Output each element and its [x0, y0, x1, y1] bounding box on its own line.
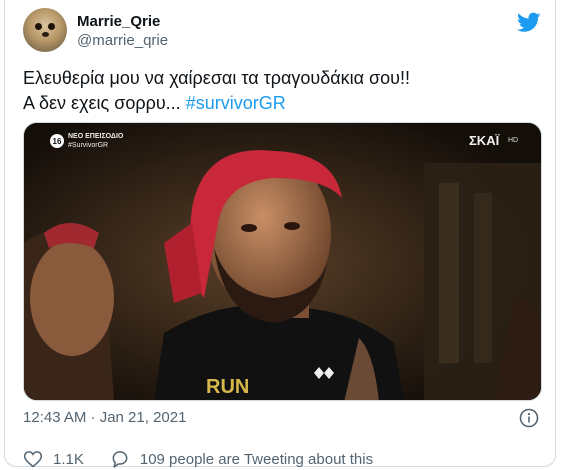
hashtag-link[interactable]: #survivorGR	[186, 93, 286, 113]
tweet-line-1: Ελευθερία μου να χαίρεσαι τα τραγουδάκια…	[23, 68, 411, 88]
tweet-line-2: Α δεν εχεις σορρυ... #survivorGR	[23, 91, 543, 116]
tweet-line-2-text: Α δεν εχεις σορρυ...	[23, 93, 186, 113]
tweet-text: Ελευθερία μου να χαίρεσαι τα τραγουδάκια…	[23, 66, 543, 116]
like-count: 1.1K	[53, 450, 84, 468]
speech-bubble-icon	[112, 451, 128, 468]
tweet-timestamp[interactable]: 12:43 AM · Jan 21, 2021	[23, 408, 186, 428]
avatar-eye	[48, 23, 55, 30]
like-button[interactable]: 1.1K	[23, 449, 84, 469]
info-icon[interactable]	[519, 408, 539, 428]
channel-logo: ΣΚΑΪ	[469, 133, 500, 148]
media-scene: RUN 16 ΝΕΟ ΕΠΕΙΣΟΔΙΟ #SurvivorGR ΣΚΑΪ HD	[24, 123, 541, 400]
display-name[interactable]: Marrie_Qrie	[77, 12, 168, 31]
twitter-bird-icon[interactable]	[517, 10, 541, 34]
tweet-card: Marrie_Qrie @marrie_qrie Ελευθερία μου ν…	[4, 0, 556, 469]
episode-badge-line1: ΝΕΟ ΕΠΕΙΣΟΔΙΟ	[68, 133, 124, 140]
tweeting-about-link[interactable]: 109 people are Tweeting about this	[110, 449, 373, 469]
avatar[interactable]	[23, 8, 67, 52]
avatar-eye	[35, 23, 42, 30]
user-handle[interactable]: @marrie_qrie	[77, 31, 168, 50]
user-names: Marrie_Qrie @marrie_qrie	[77, 12, 168, 50]
episode-badge-number: 16	[53, 137, 62, 146]
avatar-nose	[42, 32, 49, 37]
tweet-header: Marrie_Qrie @marrie_qrie	[23, 8, 543, 54]
heart-icon	[23, 451, 43, 468]
shirt-text: RUN	[206, 376, 249, 398]
tweet-media-image[interactable]: RUN 16 ΝΕΟ ΕΠΕΙΣΟΔΙΟ #SurvivorGR ΣΚΑΪ HD	[23, 122, 542, 401]
tweeting-about-text: 109 people are Tweeting about this	[139, 450, 374, 468]
episode-badge-line2: #SurvivorGR	[68, 142, 108, 149]
channel-hd: HD	[508, 137, 518, 144]
